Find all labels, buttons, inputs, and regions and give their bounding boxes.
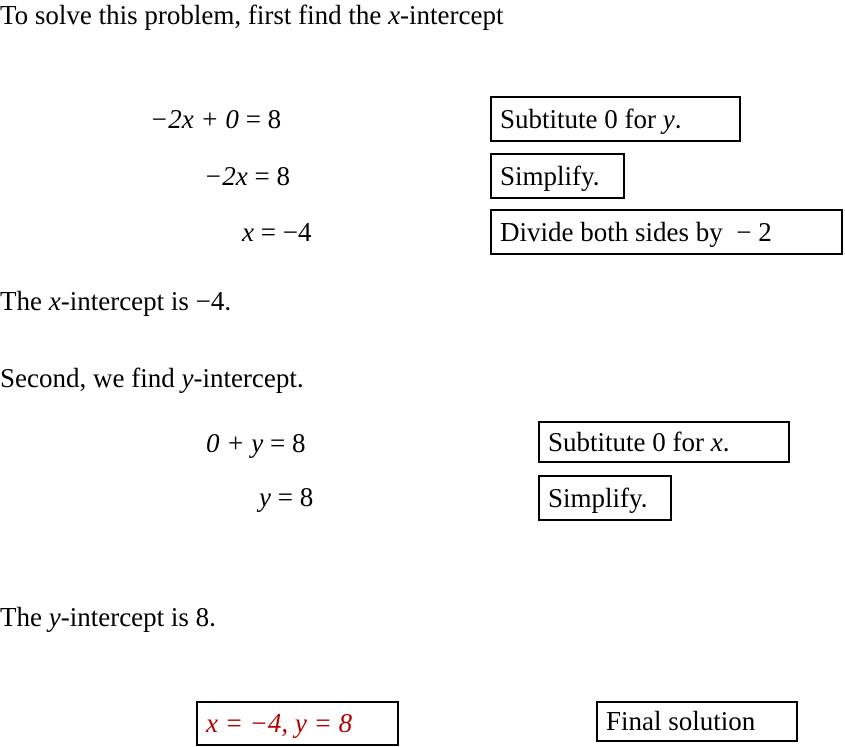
x-step-1-equation: −2x + 0 = 8 bbox=[150, 104, 282, 134]
final-solution-label: Final solution bbox=[596, 701, 798, 742]
note-var: y bbox=[662, 103, 675, 134]
note-text: Simplify. bbox=[500, 160, 600, 191]
x-result: The x-intercept is −4. bbox=[0, 288, 231, 315]
note-text: Divide both sides by − 2 bbox=[500, 216, 772, 247]
note-var: x bbox=[710, 426, 723, 457]
y-step-2-note: Simplify. bbox=[538, 475, 672, 521]
lhs: x bbox=[242, 217, 254, 247]
var: x bbox=[48, 286, 61, 316]
second-text: Second, we find y-intercept. bbox=[0, 365, 304, 392]
x-step-2-equation: −2x = 8 bbox=[204, 161, 290, 191]
after: -intercept. bbox=[193, 363, 304, 393]
before: Second, we find bbox=[0, 363, 182, 393]
x-step-3-equation: x = −4 bbox=[242, 217, 312, 247]
note-text: Subtitute 0 for bbox=[548, 426, 704, 457]
var: y bbox=[181, 363, 194, 393]
lhs: −2x + 0 bbox=[150, 104, 239, 134]
after: -intercept is −4. bbox=[60, 286, 232, 316]
rhs: 8 bbox=[291, 428, 306, 458]
rhs: 8 bbox=[299, 482, 314, 512]
note-end: . bbox=[674, 103, 682, 134]
intro-after: -intercept bbox=[400, 0, 504, 30]
rhs: 8 bbox=[276, 161, 290, 191]
rhs: −4 bbox=[282, 217, 312, 247]
y-step-1-equation: 0 + y = 8 bbox=[206, 428, 306, 458]
lhs: y bbox=[259, 482, 271, 512]
y-result: The y-intercept is 8. bbox=[0, 604, 216, 631]
var: y bbox=[48, 602, 61, 632]
final-label-text: Final solution bbox=[606, 706, 756, 736]
x-step-1-note: Subtitute 0 for y. bbox=[490, 96, 741, 142]
intro-var: x bbox=[388, 0, 401, 30]
note-text: Subtitute 0 for bbox=[500, 103, 656, 134]
final-answer-box: x = −4, y = 8 bbox=[196, 701, 399, 746]
after: -intercept is 8. bbox=[60, 602, 216, 632]
before: The bbox=[0, 602, 49, 632]
intro-before: To solve this problem, first find the bbox=[0, 0, 389, 30]
lhs: 0 + y bbox=[206, 428, 264, 458]
rhs: 8 bbox=[267, 104, 282, 134]
note-text: Simplify. bbox=[548, 482, 648, 513]
before: The bbox=[0, 286, 49, 316]
x-step-3-note: Divide both sides by − 2 bbox=[490, 209, 843, 255]
final-answer: x = −4, y = 8 bbox=[206, 708, 353, 738]
intro-text: To solve this problem, first find the x-… bbox=[0, 2, 504, 29]
y-step-1-note: Subtitute 0 for x. bbox=[538, 421, 790, 463]
lhs: −2x bbox=[204, 161, 248, 191]
note-end: . bbox=[722, 426, 730, 457]
x-step-2-note: Simplify. bbox=[490, 153, 625, 199]
y-step-2-equation: y = 8 bbox=[259, 482, 314, 512]
